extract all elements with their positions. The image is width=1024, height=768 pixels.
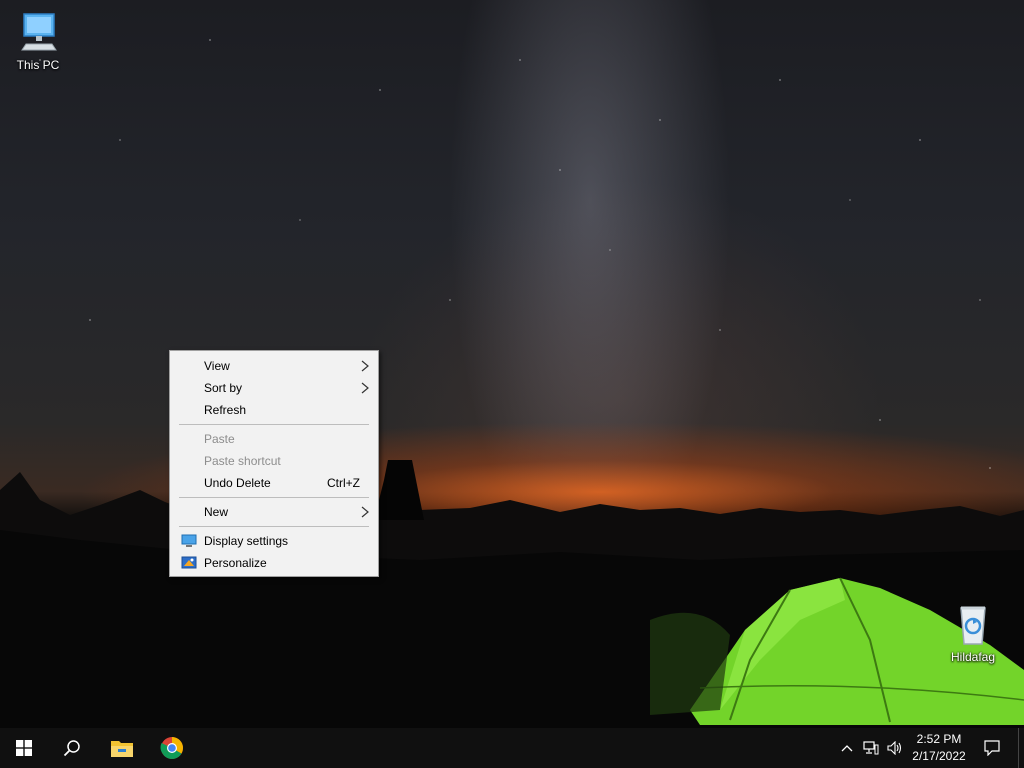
chevron-right-icon [361, 506, 369, 518]
chrome-button[interactable] [148, 728, 196, 768]
desktop-background[interactable]: This PC Hildafag View Sort by Refresh Pa… [0, 0, 1024, 768]
menu-item-label: Display settings [204, 534, 289, 548]
menu-item-view[interactable]: View [172, 355, 376, 377]
recycle-bin-icon [960, 606, 986, 645]
network-icon [863, 741, 879, 755]
desktop-icon-this-pc[interactable]: This PC [2, 8, 74, 72]
notification-icon [984, 740, 1000, 756]
search-icon [63, 740, 80, 757]
taskbar-clock[interactable]: 2:52 PM 2/17/2022 [906, 728, 972, 768]
menu-item-paste-shortcut: Paste shortcut [172, 450, 376, 472]
menu-item-shortcut: Ctrl+Z [327, 476, 360, 490]
volume-button[interactable] [884, 728, 906, 768]
menu-item-refresh[interactable]: Refresh [172, 399, 376, 421]
chrome-icon [160, 737, 183, 759]
action-center-button[interactable] [974, 728, 1010, 768]
chevron-up-icon [841, 745, 853, 752]
show-desktop-button[interactable] [1018, 728, 1024, 768]
file-explorer-icon [111, 741, 133, 757]
menu-item-display-settings[interactable]: Display settings [172, 530, 376, 552]
menu-item-label: View [204, 359, 230, 373]
clock-time: 2:52 PM [916, 732, 962, 746]
personalize-icon [181, 556, 197, 569]
menu-item-label: Paste shortcut [204, 454, 281, 468]
menu-item-undo-delete[interactable]: Undo Delete Ctrl+Z [172, 472, 376, 494]
show-hidden-icons-button[interactable] [836, 728, 858, 768]
volume-icon [887, 741, 902, 755]
menu-separator [179, 424, 369, 425]
menu-item-paste: Paste [172, 428, 376, 450]
file-explorer-button[interactable] [98, 728, 146, 768]
desktop-context-menu: View Sort by Refresh Paste Paste shortcu… [169, 350, 379, 577]
chevron-right-icon [361, 382, 369, 394]
network-button[interactable] [860, 728, 882, 768]
start-button[interactable] [0, 728, 48, 768]
taskbar: 2:52 PM 2/17/2022 [0, 728, 1024, 768]
windows-start-icon [16, 740, 32, 756]
menu-item-label: Sort by [204, 381, 243, 395]
menu-separator [179, 526, 369, 527]
desktop-icon-label: Hildafag [950, 650, 996, 664]
search-button[interactable] [48, 728, 96, 768]
clock-date: 2/17/2022 [912, 749, 966, 763]
menu-item-label: Refresh [204, 403, 247, 417]
desktop-icon-label: This PC [16, 58, 60, 72]
computer-icon [21, 13, 57, 51]
chevron-right-icon [361, 360, 369, 372]
menu-item-label: Personalize [204, 556, 267, 570]
menu-item-new[interactable]: New [172, 501, 376, 523]
desktop-icon-recycle-bin[interactable]: Hildafag [937, 600, 1009, 664]
menu-item-personalize[interactable]: Personalize [172, 552, 376, 574]
landscape-silhouette [0, 460, 1024, 730]
starry-sky [0, 0, 1024, 520]
menu-item-label: Undo Delete [204, 476, 271, 490]
display-icon [181, 534, 197, 547]
menu-item-label: New [204, 505, 229, 519]
menu-item-sort-by[interactable]: Sort by [172, 377, 376, 399]
menu-item-label: Paste [204, 432, 235, 446]
menu-separator [179, 497, 369, 498]
